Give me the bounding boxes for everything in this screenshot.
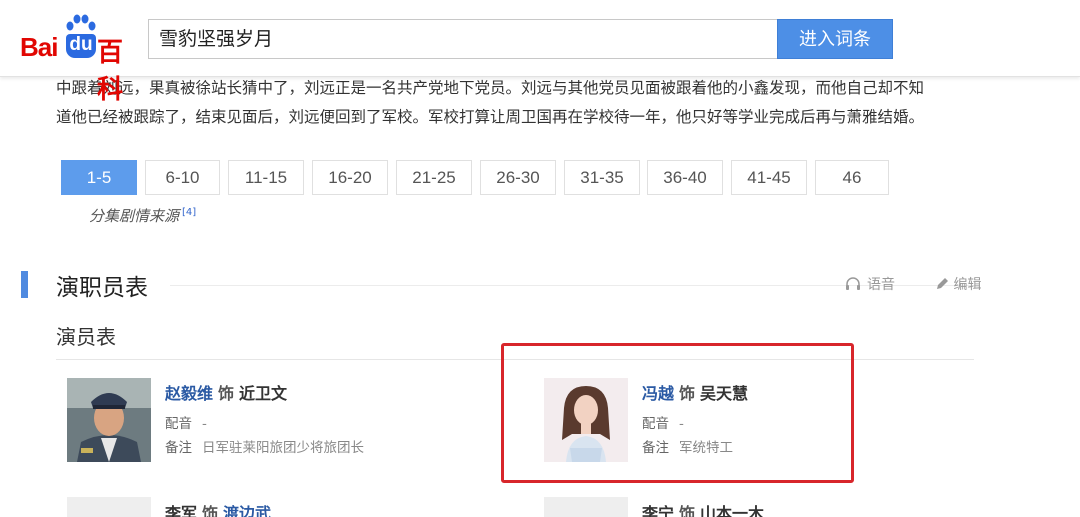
episode-page-button[interactable]: 1-5 [61, 160, 137, 195]
episode-page-button[interactable]: 16-20 [312, 160, 388, 195]
edit-label: 编辑 [953, 277, 982, 293]
highlight-box [501, 343, 854, 483]
summary-line-2: 道他已经被跟踪了，结束见面后，刘远便回到了军校。军校打算让周卫国再在学校待一年，… [56, 108, 925, 126]
episode-source-text: 分集剧情来源 [89, 207, 180, 225]
note-row: 备注 日军驻莱阳旅团少将旅团长 [165, 436, 364, 456]
episode-page-button[interactable]: 6-10 [145, 160, 220, 195]
section-tools: 语音 编辑 [845, 274, 1017, 294]
paw-icon [66, 14, 96, 31]
episode-page-button[interactable]: 26-30 [480, 160, 556, 195]
episode-page-button[interactable]: 36-40 [647, 160, 723, 195]
dub-value: - [202, 416, 207, 432]
top-header: Bai du 百科 雪豹坚强岁月 进入词条 [0, 0, 1080, 105]
actor-portrait-image [67, 378, 151, 462]
role-name: 山本一木 [700, 504, 765, 517]
episode-page-button[interactable]: 11-15 [228, 160, 304, 195]
cast-item: 李军饰渡边武 [67, 497, 467, 517]
cast-item: 李宁饰山本一木 [544, 497, 844, 517]
episode-page-button[interactable]: 41-45 [731, 160, 807, 195]
edit-button[interactable]: 编辑 [935, 274, 999, 294]
enter-entry-button[interactable]: 进入词条 [777, 19, 893, 59]
dub-row: 配音 - [165, 412, 207, 432]
pencil-icon [937, 278, 949, 289]
section-accent-bar [21, 271, 28, 298]
voice-button[interactable]: 语音 [845, 274, 913, 294]
plot-summary: 中跟着刘远，果真被徐站长猜中了，刘远正是一名共产党地下党员。刘远与其他党员见面被… [56, 74, 986, 132]
actor-name-text[interactable]: 李宁 [642, 504, 674, 517]
episode-page-button[interactable]: 21-25 [396, 160, 472, 195]
actor-photo[interactable] [544, 497, 628, 517]
summary-line-1: 中跟着刘远，果真被徐站长猜中了，刘远正是一名共产党地下党员。刘远与其他党员见面被… [56, 79, 925, 97]
as-label: 饰 [679, 504, 696, 517]
note-label: 备注 [165, 440, 192, 456]
headphones-icon [846, 277, 860, 290]
baidu-baike-logo[interactable]: Bai du 百科 [20, 14, 140, 105]
actor-photo[interactable] [67, 378, 151, 462]
episode-page-button[interactable]: 31-35 [564, 160, 640, 195]
role-name: 近卫文 [239, 384, 288, 403]
as-label: 饰 [218, 384, 235, 403]
cast-subtitle: 演员表 [56, 325, 116, 349]
cast-item: 赵毅维饰近卫文 配音 - 备注 日军驻莱阳旅团少将旅团长 [67, 378, 467, 468]
logo-du-text: du [66, 34, 96, 58]
episode-source-label: 分集剧情来源 [4] [89, 205, 196, 226]
actor-photo[interactable] [67, 497, 151, 517]
logo-baike-text: 百科 [97, 38, 124, 105]
cast-name-line: 李军饰渡边武 [165, 500, 271, 517]
cast-name-line: 李宁饰山本一木 [642, 500, 764, 517]
section-title: 演职员表 [56, 275, 148, 301]
citation-link[interactable]: [4] [182, 207, 196, 218]
as-label: 饰 [202, 504, 219, 517]
note-value: 日军驻莱阳旅团少将旅团长 [202, 440, 364, 456]
actor-name-link[interactable]: 赵毅维 [165, 384, 213, 403]
dub-label: 配音 [165, 416, 192, 432]
voice-label: 语音 [867, 277, 895, 293]
logo-bai-text: Bai [20, 32, 58, 62]
role-name-link[interactable]: 渡边武 [223, 504, 271, 517]
cast-name-line: 赵毅维饰近卫文 [165, 380, 287, 404]
episode-page-button[interactable]: 46 [815, 160, 889, 195]
search-input[interactable]: 雪豹坚强岁月 [148, 19, 778, 59]
actor-name-text[interactable]: 李军 [165, 504, 197, 517]
